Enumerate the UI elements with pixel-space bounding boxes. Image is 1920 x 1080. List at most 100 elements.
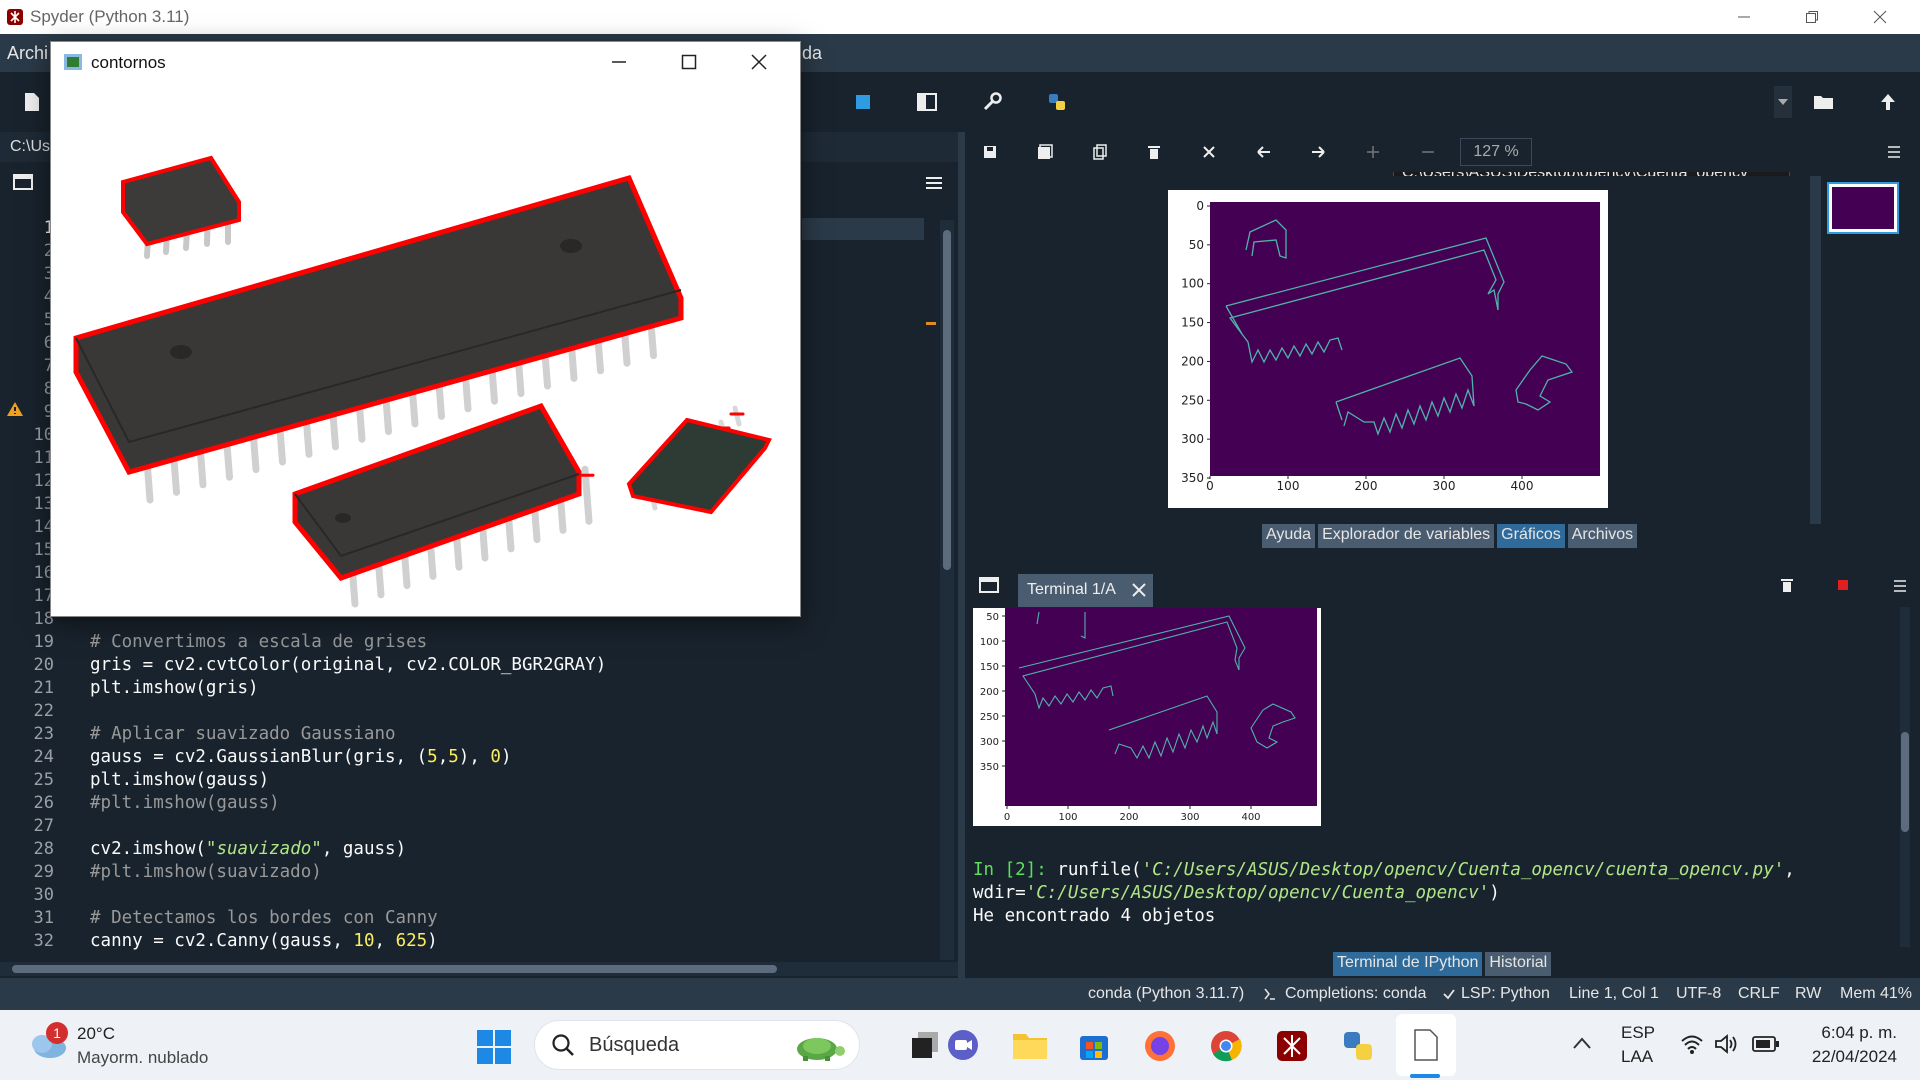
clock-time[interactable]: 6:04 p. m. bbox=[1811, 1023, 1897, 1043]
pane-splitter[interactable] bbox=[958, 132, 965, 978]
title-bar: Spyder (Python 3.11) bbox=[0, 0, 1920, 34]
console-close-paren: ) bbox=[1489, 883, 1500, 903]
browse-console-tabs-icon[interactable] bbox=[979, 577, 999, 593]
plots-pane-tab[interactable]: Gráficos bbox=[1497, 524, 1565, 548]
console-tab[interactable]: Terminal 1/A bbox=[1018, 574, 1153, 607]
battery-icon[interactable] bbox=[1752, 1036, 1780, 1052]
wifi-icon[interactable] bbox=[1680, 1034, 1704, 1054]
menu-file[interactable]: Archi bbox=[7, 43, 48, 64]
console-arg-file: 'C:/Users/ASUS/Desktop/opencv/Cuenta_ope… bbox=[1141, 860, 1785, 880]
contornos-close-button[interactable] bbox=[751, 54, 767, 70]
next-plot-arrow-icon[interactable] bbox=[1300, 132, 1336, 172]
interrupt-kernel-icon[interactable] bbox=[1838, 580, 1848, 590]
task-view-icon[interactable] bbox=[910, 1030, 940, 1060]
status-lsp[interactable]: LSP: Python bbox=[1461, 985, 1550, 1003]
delete-plot-icon[interactable] bbox=[1136, 132, 1172, 172]
contornos-minimize-button[interactable] bbox=[611, 54, 627, 70]
editor-options-menu-icon[interactable] bbox=[925, 176, 943, 190]
parent-directory-arrow-icon[interactable] bbox=[1868, 82, 1908, 122]
python-path-icon[interactable] bbox=[1037, 82, 1077, 122]
clock-date[interactable]: 22/04/2024 bbox=[1799, 1047, 1897, 1067]
status-completions[interactable]: Completions: conda bbox=[1285, 985, 1426, 1003]
browse-folder-icon[interactable] bbox=[1804, 82, 1844, 122]
status-env[interactable]: conda (Python 3.11.7) bbox=[1088, 985, 1244, 1003]
preferences-wrench-icon[interactable] bbox=[972, 82, 1012, 122]
taskbar-search[interactable]: Búsqueda bbox=[534, 1020, 860, 1070]
start-windows-icon[interactable] bbox=[477, 1030, 511, 1064]
zoom-in-icon[interactable] bbox=[1355, 132, 1391, 172]
clear-console-icon[interactable] bbox=[1781, 578, 1793, 592]
console-prompt: In [2]: bbox=[973, 860, 1047, 880]
spyder-taskbar-icon[interactable] bbox=[1276, 1030, 1308, 1062]
copy-plot-icon[interactable] bbox=[1082, 132, 1118, 172]
keyboard-lang[interactable]: ESP bbox=[1621, 1023, 1655, 1043]
browse-tabs-icon[interactable] bbox=[13, 174, 33, 190]
console-x-ticks: 0 100 200 300 400 bbox=[1004, 806, 1261, 823]
editor-scroll-thumb[interactable] bbox=[943, 230, 951, 570]
path-dropdown-chevron-icon[interactable] bbox=[1774, 86, 1792, 118]
window-title: Spyder (Python 3.11) bbox=[30, 7, 190, 26]
tick-label: 100 bbox=[1181, 277, 1204, 291]
warning-icon[interactable] bbox=[6, 401, 24, 417]
save-all-plots-icon[interactable] bbox=[1027, 132, 1063, 172]
zoom-out-icon[interactable] bbox=[1410, 132, 1446, 172]
console-scrollbar[interactable] bbox=[1900, 607, 1910, 947]
contornos-maximize-button[interactable] bbox=[681, 54, 697, 70]
tick-label: 300 bbox=[1433, 479, 1456, 493]
delete-all-plots-icon[interactable] bbox=[1191, 132, 1227, 172]
plots-pane-tab[interactable]: Explorador de variables bbox=[1318, 524, 1495, 548]
chip-pin bbox=[581, 465, 593, 525]
close-tab-icon[interactable] bbox=[1132, 583, 1146, 597]
new-file-icon[interactable] bbox=[12, 82, 52, 122]
contornos-titlebar[interactable]: contornos bbox=[51, 42, 800, 82]
editor-horizontal-scrollbar[interactable] bbox=[0, 962, 958, 976]
close-button[interactable] bbox=[1852, 0, 1908, 34]
file-explorer-icon[interactable] bbox=[1012, 1030, 1048, 1060]
status-eol: CRLF bbox=[1738, 985, 1780, 1002]
console-options-menu-icon[interactable] bbox=[1893, 580, 1907, 592]
plots-pane-tab[interactable]: Archivos bbox=[1567, 524, 1638, 548]
plots-pane-tab[interactable]: Ayuda bbox=[1262, 524, 1316, 548]
plot-thumbnails bbox=[1820, 176, 1920, 524]
tick-label: 50 bbox=[1189, 238, 1204, 252]
line-number: 24 bbox=[33, 747, 54, 767]
line-number: 3 bbox=[43, 264, 54, 284]
stop-icon[interactable] bbox=[843, 82, 883, 122]
contornos-window[interactable]: contornos bbox=[50, 41, 801, 617]
tick-label: 150 bbox=[980, 662, 999, 673]
microsoft-store-icon[interactable] bbox=[1078, 1030, 1110, 1062]
restore-button[interactable] bbox=[1784, 0, 1840, 34]
console-pane-tab[interactable]: Historial bbox=[1485, 952, 1552, 976]
editor-hscroll-thumb[interactable] bbox=[12, 965, 777, 973]
save-plot-icon[interactable] bbox=[972, 132, 1008, 172]
plot-x-ticks: 0 100 200 300 400 bbox=[1206, 476, 1533, 493]
line-number: 30 bbox=[33, 885, 54, 905]
console-scroll-thumb[interactable] bbox=[1901, 732, 1909, 832]
line-number: 2 bbox=[43, 241, 54, 261]
teams-chat-icon[interactable] bbox=[946, 1028, 980, 1062]
volume-icon[interactable] bbox=[1714, 1034, 1738, 1054]
console-pane-tab[interactable]: Terminal de IPython bbox=[1333, 952, 1483, 976]
tick-label: 350 bbox=[980, 762, 999, 773]
active-app-indicator bbox=[1410, 1074, 1440, 1078]
menu-help[interactable]: da bbox=[802, 43, 822, 64]
previous-plot-arrow-icon[interactable] bbox=[1246, 132, 1282, 172]
chrome-icon[interactable] bbox=[1210, 1030, 1242, 1062]
code-line: plt.imshow(gris) bbox=[90, 678, 259, 698]
opencv-window-taskbar-icon[interactable] bbox=[1396, 1014, 1456, 1076]
weather-desc[interactable]: Mayorm. nublado bbox=[77, 1048, 208, 1068]
keyboard-layout[interactable]: LAA bbox=[1621, 1047, 1653, 1067]
maximize-pane-icon[interactable] bbox=[907, 82, 947, 122]
zoom-level-input[interactable]: 127 % bbox=[1460, 138, 1532, 166]
plot-thumbnail[interactable] bbox=[1827, 182, 1899, 234]
python-taskbar-icon[interactable] bbox=[1342, 1030, 1374, 1062]
weather-temp[interactable]: 20°C bbox=[77, 1024, 115, 1044]
plots-options-menu-icon[interactable] bbox=[1876, 132, 1912, 172]
plot-vertical-scrollbar[interactable] bbox=[1810, 176, 1820, 524]
minimize-button[interactable] bbox=[1716, 0, 1772, 34]
firefox-icon[interactable] bbox=[1144, 1030, 1176, 1062]
spyder-logo-icon bbox=[6, 8, 24, 26]
weather-badge: 1 bbox=[46, 1022, 68, 1044]
editor-vertical-scrollbar[interactable] bbox=[926, 220, 954, 960]
show-hidden-icons-chevron-icon[interactable] bbox=[1572, 1036, 1592, 1050]
